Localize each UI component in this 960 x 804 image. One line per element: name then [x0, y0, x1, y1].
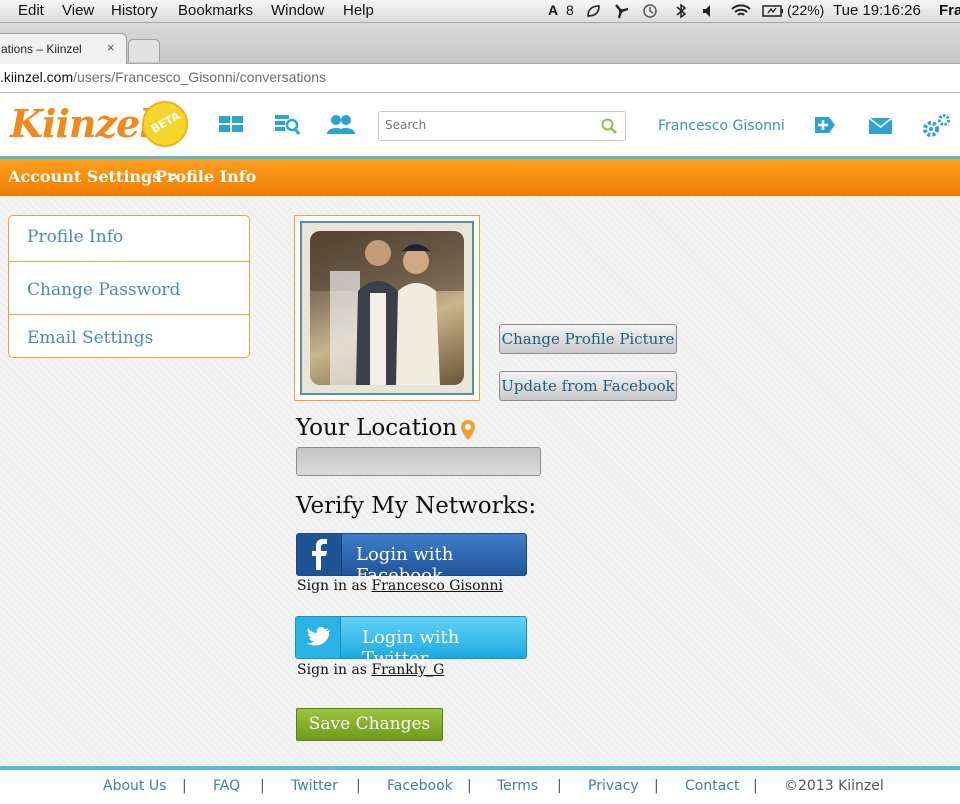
tab-title: ations – Kiinzel — [1, 42, 82, 56]
footer-link-privacy[interactable]: Privacy — [588, 778, 639, 794]
footer-link-twitter[interactable]: Twitter — [291, 778, 338, 794]
twitter-signin-name-link[interactable]: Frankly_G — [371, 662, 444, 678]
twitter-icon — [296, 617, 341, 658]
menu-user[interactable]: Fra — [939, 2, 960, 19]
settings-sidebar: Profile Info Change Password Email Setti… — [8, 215, 250, 358]
divider — [9, 261, 249, 262]
url-host: .kiinzel.com — [0, 69, 74, 85]
notification-count: 8 — [566, 2, 574, 18]
kiinzel-logo[interactable]: Kiinzel — [10, 101, 154, 146]
system-menu-bar: Edit View History Bookmarks Window Help … — [0, 0, 960, 23]
adobe-icon[interactable]: A — [548, 2, 558, 18]
sidebar-item-change-password[interactable]: Change Password — [9, 280, 249, 300]
twitter-login-button[interactable]: Login with Twitter — [295, 616, 527, 669]
sidebar-item-email-settings[interactable]: Email Settings — [9, 328, 249, 348]
footer-separator: | — [467, 778, 472, 794]
battery-icon[interactable] — [762, 4, 784, 18]
time-machine-icon[interactable] — [642, 3, 658, 19]
change-profile-picture-button[interactable]: Change Profile Picture — [499, 324, 677, 354]
settings-gear-icon[interactable] — [920, 113, 952, 139]
site-header: Kiinzel BETA Francesco Gisonni — [0, 93, 960, 159]
wifi-icon[interactable] — [730, 2, 752, 19]
divider — [9, 314, 249, 315]
user-name-link[interactable]: Francesco Gisonni — [658, 118, 785, 134]
beta-label: BETA — [148, 109, 183, 136]
site-footer: About Us | FAQ | Twitter | Facebook | Te… — [0, 766, 960, 804]
menu-clock[interactable]: Tue 19:16:26 — [833, 2, 921, 19]
update-from-facebook-button[interactable]: Update from Facebook — [499, 371, 677, 401]
footer-separator: | — [260, 778, 265, 794]
footer-link-facebook[interactable]: Facebook — [387, 778, 453, 794]
footer-link-faq[interactable]: FAQ — [213, 778, 240, 794]
url-path: /users/Francesco_Gisonni/conversations — [73, 69, 327, 85]
menu-view[interactable]: View — [62, 2, 94, 19]
profile-picture-border — [300, 221, 474, 395]
address-bar[interactable]: .kiinzel.com/users/Francesco_Gisonni/con… — [0, 64, 960, 93]
search-input[interactable] — [383, 117, 597, 133]
fan-icon[interactable] — [612, 3, 630, 19]
browser-tab[interactable]: ations – Kiinzel × — [0, 33, 127, 64]
menu-bookmarks[interactable]: Bookmarks — [178, 2, 253, 19]
breadcrumb-profile-info: Profile Info — [155, 167, 257, 186]
friends-icon[interactable] — [326, 113, 356, 137]
bluetooth-icon[interactable] — [675, 3, 687, 19]
facebook-signin-name-link[interactable]: Francesco Gisonni — [371, 578, 503, 594]
close-icon[interactable]: × — [107, 40, 115, 55]
footer-separator: | — [557, 778, 562, 794]
main-content: Profile Info Change Password Email Setti… — [0, 196, 960, 766]
add-post-icon[interactable] — [814, 115, 836, 135]
facebook-login-button[interactable]: Login with Facebook — [296, 533, 527, 586]
volume-icon[interactable] — [701, 3, 717, 19]
battery-percent: (22%) — [787, 2, 825, 18]
sidebar-item-profile-info[interactable]: Profile Info — [9, 227, 249, 247]
browser-tab-strip: ations – Kiinzel × — [0, 23, 960, 64]
footer-link-about-us[interactable]: About Us — [103, 778, 166, 794]
signin-prefix: Sign in as — [297, 662, 367, 678]
new-tab-button[interactable] — [128, 39, 160, 62]
networks-heading: Verify My Networks: — [296, 493, 537, 519]
menu-history[interactable]: History — [111, 2, 158, 19]
browse-search-icon[interactable] — [273, 113, 301, 139]
menu-help[interactable]: Help — [343, 2, 374, 19]
facebook-icon — [297, 534, 342, 575]
menu-window[interactable]: Window — [271, 2, 324, 19]
location-pin-icon — [461, 420, 475, 440]
footer-link-terms[interactable]: Terms — [497, 778, 538, 794]
save-changes-button[interactable]: Save Changes — [296, 708, 443, 741]
twitter-signin-text: Sign in as Frankly_G — [297, 662, 444, 678]
footer-separator: | — [753, 778, 758, 794]
facebook-signin-text: Sign in as Francesco Gisonni — [297, 578, 503, 594]
breadcrumb: Account Settings > Profile Info — [0, 159, 960, 196]
footer-link-contact[interactable]: Contact — [685, 778, 739, 794]
profile-photo-image — [310, 231, 464, 385]
footer-separator: | — [356, 778, 361, 794]
leaf-icon[interactable] — [585, 3, 601, 19]
dashboard-icon[interactable] — [218, 113, 246, 137]
location-heading: Your Location — [296, 415, 458, 441]
search-box[interactable] — [378, 111, 626, 141]
location-input[interactable] — [296, 447, 541, 476]
menu-edit[interactable]: Edit — [18, 2, 44, 19]
profile-picture — [310, 231, 464, 385]
profile-picture-frame — [294, 215, 480, 401]
signin-prefix: Sign in as — [297, 578, 367, 594]
footer-separator: | — [182, 778, 187, 794]
beta-badge: BETA — [142, 101, 188, 147]
footer-copyright: ©2013 Kiinzel — [784, 778, 884, 794]
search-icon[interactable] — [601, 118, 617, 134]
footer-separator: | — [654, 778, 659, 794]
mail-icon[interactable] — [868, 117, 893, 135]
